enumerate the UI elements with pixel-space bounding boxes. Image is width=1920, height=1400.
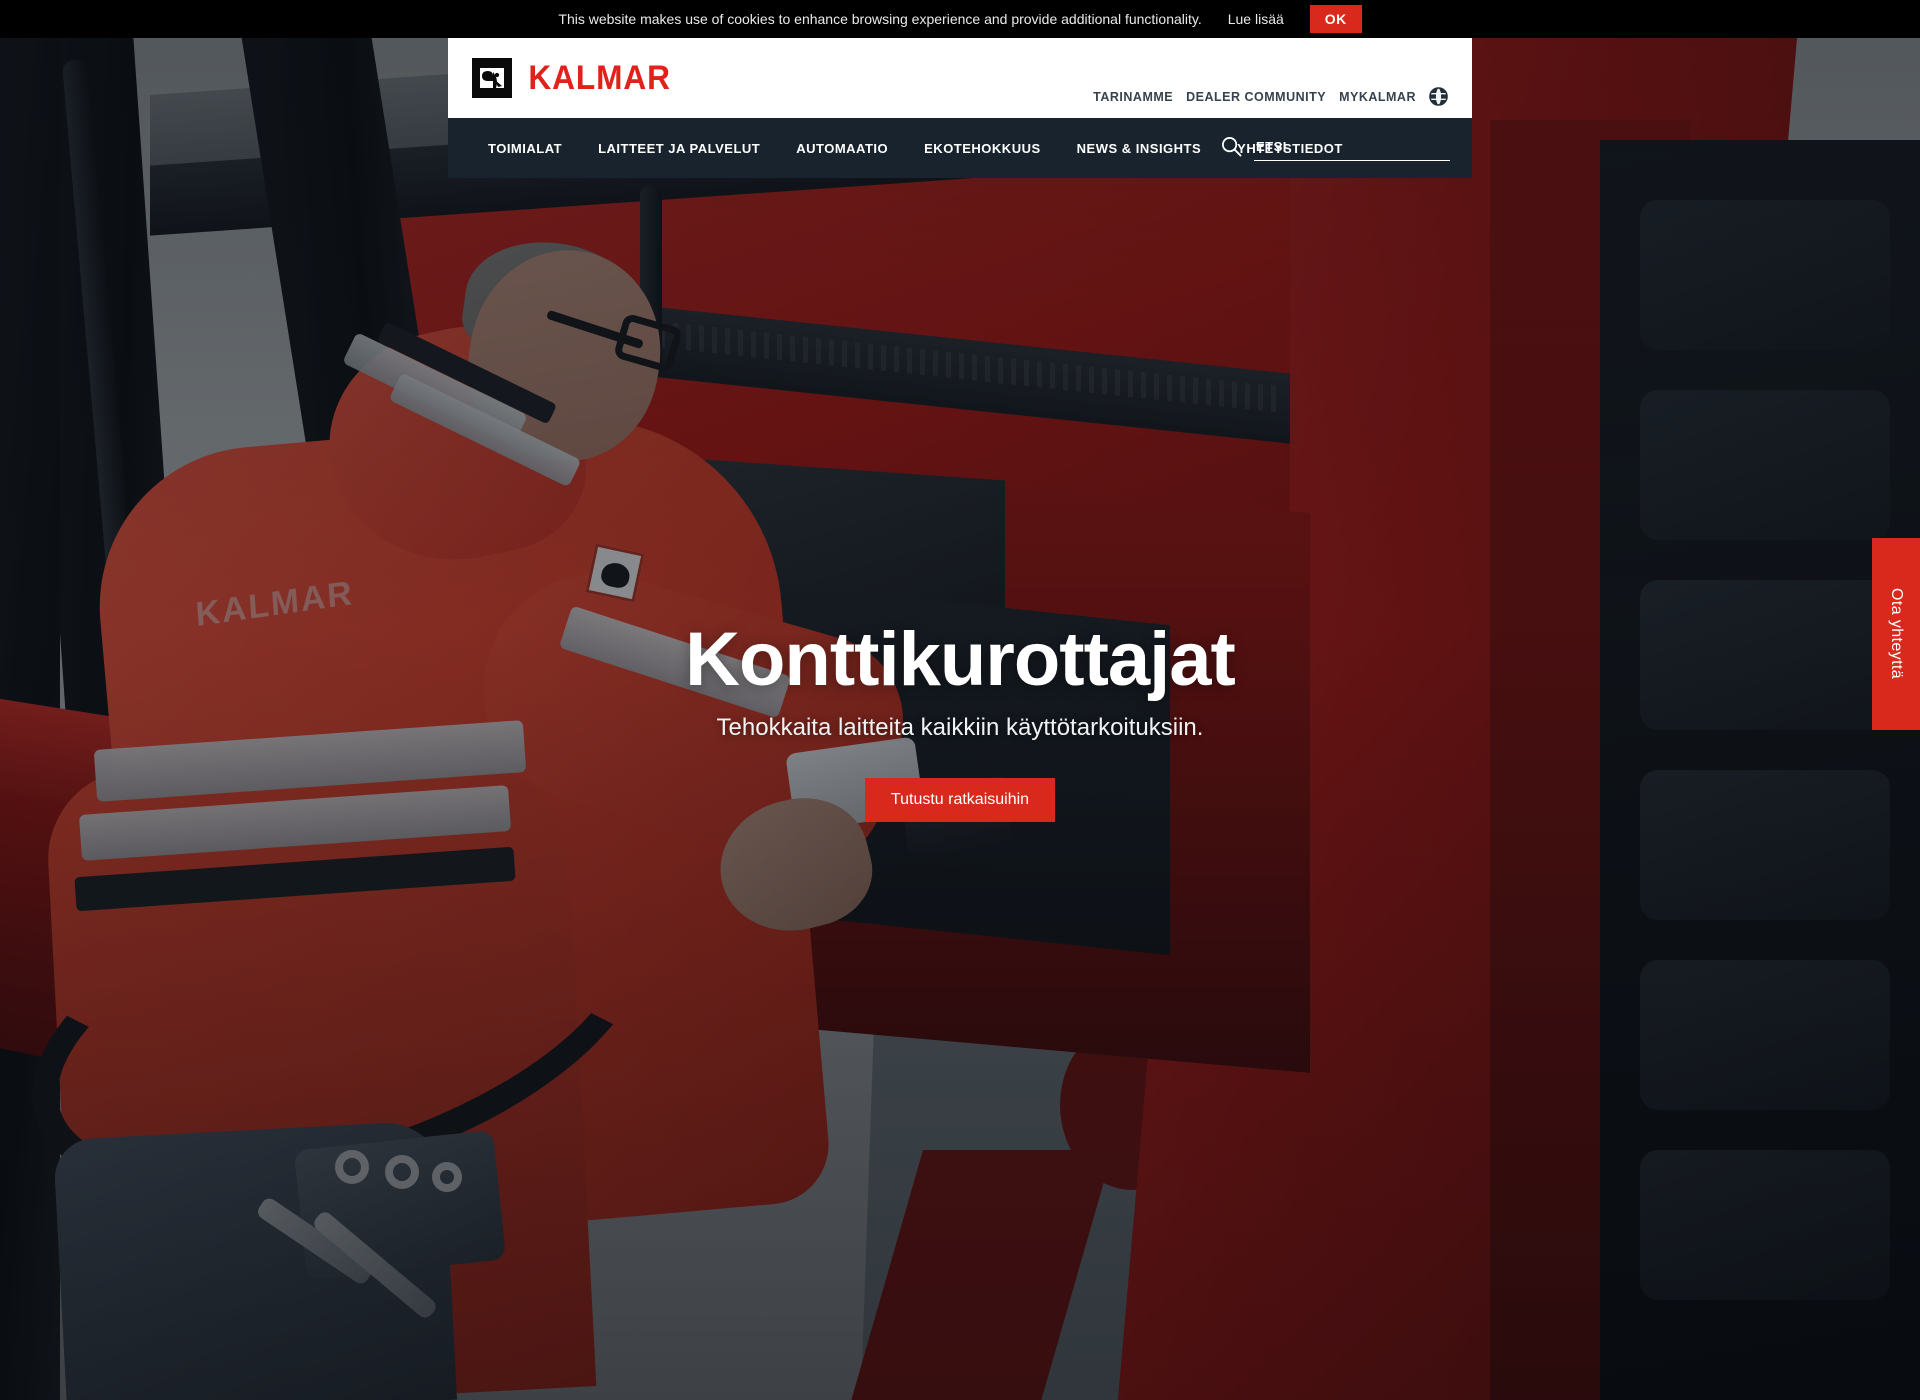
main-navigation-bar: TOIMIALAT LAITTEET JA PALVELUT AUTOMAATI… bbox=[448, 118, 1472, 178]
utility-link-tarinamme[interactable]: TARINAMME bbox=[1093, 90, 1173, 104]
header-utility-nav: TARINAMME DEALER COMMUNITY MYKALMAR bbox=[1093, 87, 1448, 106]
nav-item-ekotehokkuus[interactable]: EKOTEHOKKUUS bbox=[906, 141, 1059, 156]
nav-item-toimialat[interactable]: TOIMIALAT bbox=[470, 141, 580, 156]
contact-us-side-tab[interactable]: Ota yhteyttä bbox=[1872, 538, 1920, 730]
utility-link-mykalmar[interactable]: MYKALMAR bbox=[1339, 90, 1416, 104]
site-search bbox=[1221, 136, 1450, 161]
page-root: ient KALMAR bbox=[0, 0, 1920, 1400]
cookie-message: This website makes use of cookies to enh… bbox=[558, 11, 1202, 27]
cookie-ok-button[interactable]: OK bbox=[1309, 5, 1362, 33]
globe-icon[interactable] bbox=[1429, 87, 1448, 106]
kalmar-logo-wordmark: KALMAR bbox=[528, 58, 671, 97]
kalmar-logo-mark-icon bbox=[472, 58, 512, 98]
hero-background-image: ient KALMAR bbox=[0, 0, 1920, 1400]
nav-item-laitteet-ja-palvelut[interactable]: LAITTEET JA PALVELUT bbox=[580, 141, 778, 156]
site-header: KALMAR TARINAMME DEALER COMMUNITY MYKALM… bbox=[448, 38, 1472, 178]
search-input[interactable] bbox=[1254, 138, 1450, 161]
nav-item-news-insights[interactable]: NEWS & INSIGHTS bbox=[1059, 141, 1220, 156]
cookie-read-more-link[interactable]: Lue lisää bbox=[1228, 11, 1284, 27]
hero-overlay-scrim bbox=[0, 0, 1920, 1400]
search-icon[interactable] bbox=[1221, 136, 1242, 157]
hero-cta-button[interactable]: Tutustu ratkaisuihin bbox=[864, 777, 1056, 822]
utility-link-dealer-community[interactable]: DEALER COMMUNITY bbox=[1186, 90, 1326, 104]
kalmar-logo[interactable]: KALMAR bbox=[472, 58, 676, 98]
nav-item-automaatio[interactable]: AUTOMAATIO bbox=[778, 141, 906, 156]
contact-us-side-tab-label: Ota yhteyttä bbox=[1888, 588, 1905, 680]
cookie-consent-bar: This website makes use of cookies to enh… bbox=[0, 0, 1920, 38]
header-top-bar: KALMAR TARINAMME DEALER COMMUNITY MYKALM… bbox=[448, 38, 1472, 118]
